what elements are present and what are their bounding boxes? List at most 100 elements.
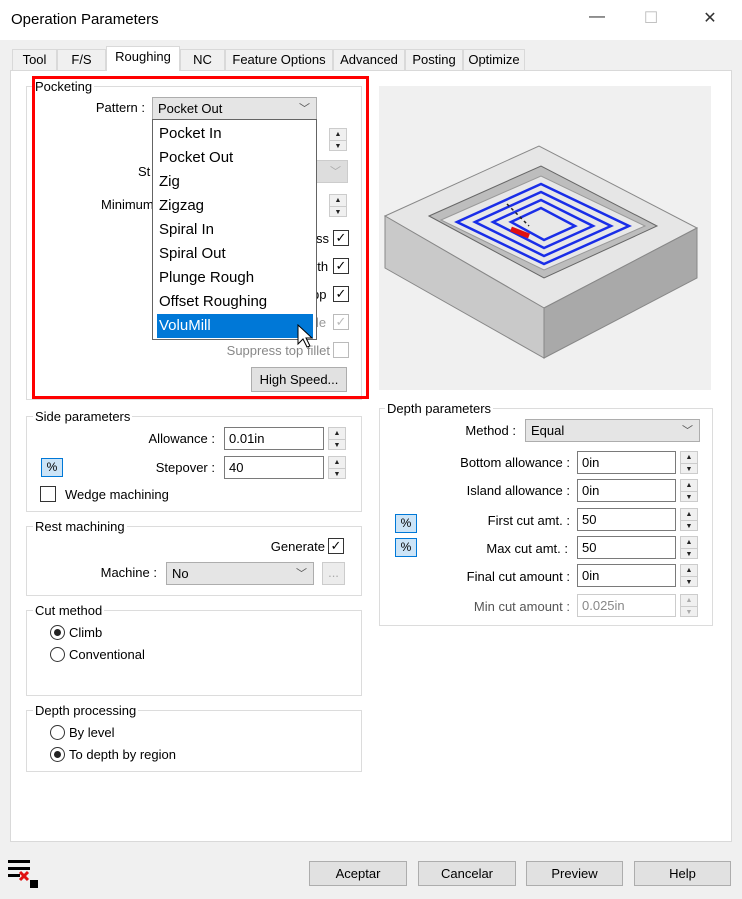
minimum-label: Minimum: [101, 197, 154, 212]
generate-checkbox[interactable]: ✓: [328, 538, 344, 554]
spin-down-icon[interactable]: ▼: [330, 140, 346, 151]
method-dropdown[interactable]: Equal ﹀: [525, 419, 700, 442]
tab-roughing[interactable]: Roughing: [106, 46, 180, 71]
depth-processing-title: Depth processing: [33, 703, 139, 718]
min-cut-input[interactable]: 0.025in: [577, 594, 676, 617]
tab-fs[interactable]: F/S: [57, 49, 106, 71]
spin-down-icon[interactable]: ▼: [681, 491, 697, 502]
conventional-radio[interactable]: [50, 647, 65, 662]
spinner[interactable]: ▲ ▼: [680, 564, 698, 587]
bottom-allowance-label: Bottom allowance :: [460, 455, 570, 470]
spinner[interactable]: ▲ ▼: [680, 594, 698, 617]
option-checkbox[interactable]: ✓: [333, 230, 349, 246]
spin-down-icon[interactable]: ▼: [329, 439, 345, 450]
tab-feature-options[interactable]: Feature Options: [225, 49, 333, 71]
to-depth-by-region-radio[interactable]: [50, 747, 65, 762]
allowance-spinner[interactable]: ▲ ▼: [328, 427, 346, 450]
minimize-button[interactable]: —: [582, 8, 612, 32]
option-checkbox[interactable]: ✓: [333, 314, 349, 330]
bottom-allowance-input[interactable]: 0in: [577, 451, 676, 474]
help-button[interactable]: Help: [634, 861, 731, 886]
spin-down-icon[interactable]: ▼: [681, 520, 697, 531]
depth-parameters-title: Depth parameters: [385, 401, 494, 416]
spinner[interactable]: ▲ ▼: [680, 536, 698, 559]
preview-button[interactable]: Preview: [526, 861, 623, 886]
spinner[interactable]: ▲ ▼: [680, 508, 698, 531]
spin-down-icon[interactable]: ▼: [681, 606, 697, 617]
high-speed-button[interactable]: High Speed...: [251, 367, 347, 392]
allowance-input[interactable]: 0.01in: [224, 427, 324, 450]
spin-down-icon[interactable]: ▼: [681, 576, 697, 587]
spin-up-icon[interactable]: ▲: [681, 537, 697, 548]
accept-button[interactable]: Aceptar: [309, 861, 407, 886]
wedge-machining-checkbox[interactable]: [40, 486, 56, 502]
option-offset-roughing[interactable]: Offset Roughing: [157, 290, 313, 314]
first-cut-percent-button[interactable]: %: [395, 514, 417, 533]
spin-up-icon[interactable]: ▲: [681, 565, 697, 576]
spin-up-icon[interactable]: ▲: [681, 452, 697, 463]
tab-nc[interactable]: NC: [180, 49, 225, 71]
stepover-label: Stepover :: [155, 460, 215, 475]
machine-browse-button[interactable]: ...: [322, 562, 345, 585]
option-checkbox[interactable]: ✓: [333, 258, 349, 274]
spin-up-icon[interactable]: ▲: [681, 480, 697, 491]
pocketing-title: Pocketing: [33, 79, 95, 94]
spinner[interactable]: ▲ ▼: [329, 128, 347, 151]
tab-tool[interactable]: Tool: [12, 49, 57, 71]
suppress-top-fillet-checkbox[interactable]: [333, 342, 349, 358]
tab-posting[interactable]: Posting: [405, 49, 463, 71]
island-allowance-label: Island allowance :: [466, 483, 570, 498]
spin-up-icon[interactable]: ▲: [329, 457, 345, 468]
spin-up-icon[interactable]: ▲: [330, 195, 346, 206]
chevron-down-icon: ﹀: [330, 166, 341, 178]
cancel-button[interactable]: Cancelar: [418, 861, 516, 886]
option-volumill[interactable]: VoluMill: [157, 314, 313, 338]
stepover-spinner[interactable]: ▲ ▼: [328, 456, 346, 479]
help-context-icon[interactable]: [8, 858, 38, 888]
final-cut-input[interactable]: 0in: [577, 564, 676, 587]
option-spiral-in[interactable]: Spiral In: [157, 218, 313, 242]
machine-label: Machine :: [100, 565, 157, 580]
spin-up-icon[interactable]: ▲: [681, 509, 697, 520]
cut-method-title: Cut method: [33, 603, 105, 618]
by-level-radio[interactable]: [50, 725, 65, 740]
maximize-button[interactable]: ☐: [636, 8, 666, 32]
spin-down-icon[interactable]: ▼: [681, 548, 697, 559]
first-cut-label: First cut amt. :: [487, 513, 570, 528]
max-cut-input[interactable]: 50: [577, 536, 676, 559]
option-checkbox[interactable]: ✓: [333, 286, 349, 302]
stepover-percent-button[interactable]: %: [41, 458, 63, 477]
pattern-dropdown-list: Pocket In Pocket Out Zig Zigzag Spiral I…: [152, 119, 317, 340]
spin-down-icon[interactable]: ▼: [330, 206, 346, 217]
spinner[interactable]: ▲ ▼: [680, 479, 698, 502]
spin-up-icon[interactable]: ▲: [330, 129, 346, 140]
final-cut-label: Final cut amount :: [466, 569, 570, 584]
option-spiral-out[interactable]: Spiral Out: [157, 242, 313, 266]
chevron-down-icon: ﹀: [296, 568, 307, 580]
option-pocket-out[interactable]: Pocket Out: [157, 146, 313, 170]
option-zigzag[interactable]: Zigzag: [157, 194, 313, 218]
close-button[interactable]: ✕: [695, 8, 725, 32]
rest-machining-group: [26, 526, 362, 596]
stepover-input[interactable]: 40: [224, 456, 324, 479]
option-pocket-in[interactable]: Pocket In: [157, 122, 313, 146]
spin-up-icon[interactable]: ▲: [681, 595, 697, 606]
option-plunge-rough[interactable]: Plunge Rough: [157, 266, 313, 290]
spinner[interactable]: ▲ ▼: [329, 194, 347, 217]
island-allowance-input[interactable]: 0in: [577, 479, 676, 502]
max-cut-percent-button[interactable]: %: [395, 538, 417, 557]
spinner[interactable]: ▲ ▼: [680, 451, 698, 474]
tab-optimize[interactable]: Optimize: [463, 49, 525, 71]
option-zig[interactable]: Zig: [157, 170, 313, 194]
chevron-down-icon: ﹀: [682, 425, 693, 437]
min-cut-label: Min cut amount :: [473, 599, 570, 614]
spin-up-icon[interactable]: ▲: [329, 428, 345, 439]
spin-down-icon[interactable]: ▼: [329, 468, 345, 479]
pattern-dropdown[interactable]: Pocket Out ﹀: [152, 97, 317, 120]
climb-radio[interactable]: [50, 625, 65, 640]
machine-dropdown[interactable]: No ﹀: [166, 562, 314, 585]
spin-down-icon[interactable]: ▼: [681, 463, 697, 474]
first-cut-input[interactable]: 50: [577, 508, 676, 531]
tab-advanced[interactable]: Advanced: [333, 49, 405, 71]
method-value: Equal: [531, 423, 565, 438]
